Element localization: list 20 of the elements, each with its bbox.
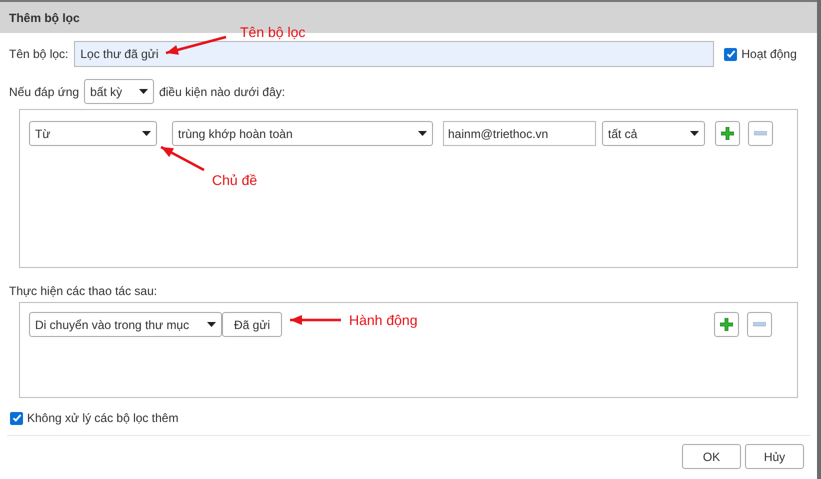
value-field[interactable]: hainm@triethoc.vn <box>443 121 596 146</box>
checkbox-label: Hoạt động <box>741 46 797 63</box>
folder-button[interactable]: Đã gửi <box>222 312 282 337</box>
field-select[interactable]: Từ <box>29 121 157 146</box>
annotation-text: Hành động <box>349 311 418 330</box>
dialog-button[interactable]: OK <box>682 444 741 469</box>
filter-name-field[interactable]: Lọc thư đã gửi <box>74 41 714 67</box>
checkbox-label: Không xử lý các bộ lọc thêm <box>27 410 178 427</box>
match-label: Nếu đáp ứng <box>9 84 80 100</box>
action-select[interactable]: Di chuyển vào trong thư mục <box>29 312 222 337</box>
annotation-text: Chủ đề <box>212 171 258 190</box>
scope-select[interactable]: tất cả <box>602 121 705 146</box>
match-select[interactable]: bất kỳ <box>84 79 154 104</box>
dialog-button[interactable]: Hủy <box>745 444 804 469</box>
operator-select[interactable]: trùng khớp hoàn toàn <box>172 121 433 146</box>
section-label: Thực hiện các thao tác sau: <box>9 284 158 298</box>
annotation-text: Tên bộ lọc <box>240 23 306 42</box>
field-label: Tên bộ lọc: <box>9 46 68 63</box>
dialog-title: Thêm bộ lọc <box>9 10 80 26</box>
match-label: điều kiện nào dưới đây: <box>159 84 286 100</box>
